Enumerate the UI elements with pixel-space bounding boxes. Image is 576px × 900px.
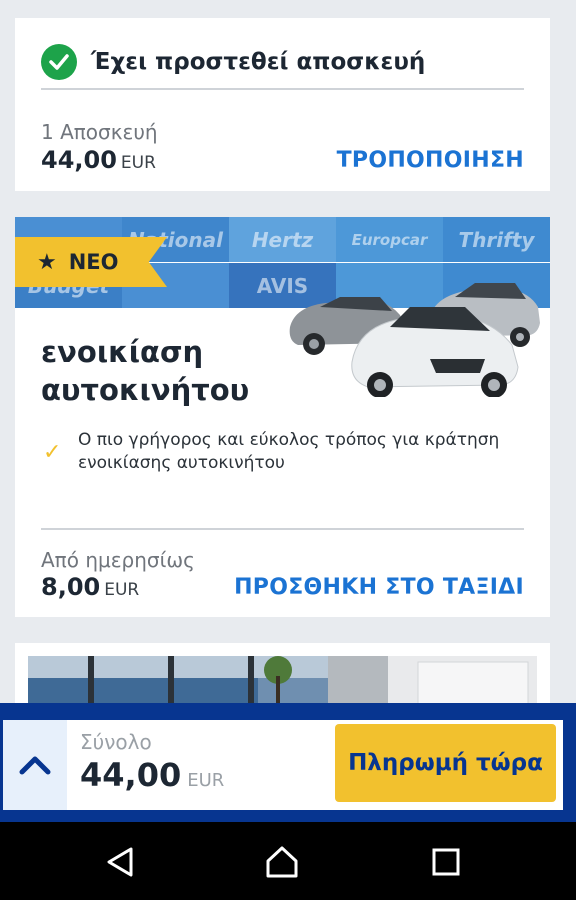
baggage-price: 44,00 EUR	[41, 146, 156, 174]
baggage-count: 1 Αποσκευή	[41, 120, 158, 144]
back-button[interactable]	[100, 842, 140, 882]
car-price-value: 8,00	[41, 573, 101, 601]
recents-button[interactable]	[426, 842, 466, 882]
car-rental-feature: ✓ Ο πιο γρήγορος και εύκολος τρόπος για …	[41, 429, 521, 475]
baggage-price-value: 44,00	[41, 146, 117, 174]
home-button[interactable]	[262, 842, 302, 882]
total-value: 44,00	[80, 756, 182, 794]
rental-cars-image	[289, 283, 540, 397]
new-badge: ★ ΝΕΟ	[15, 237, 167, 287]
pay-now-button[interactable]: Πληρωμή τώρα	[335, 724, 556, 802]
car-rental-price: 8,00 EUR	[41, 573, 139, 601]
total-price: 44,00 EUR	[80, 756, 224, 794]
add-to-trip-button[interactable]: ΠΡΟΣΘΗΚΗ ΣΤΟ ΤΑΞΙΔΙ	[234, 575, 524, 600]
baggage-currency: EUR	[120, 153, 156, 173]
recents-square-icon	[432, 848, 460, 876]
baggage-title: Έχει προστεθεί αποσκευή	[91, 49, 426, 75]
home-icon	[266, 846, 298, 878]
checkout-bar-panel: Σύνολο 44,00 EUR Πληρωμή τώρα	[3, 720, 563, 810]
car-rental-title: ενοικίαση αυτοκινήτου	[41, 335, 250, 407]
check-icon: ✓	[43, 439, 62, 465]
car-currency: EUR	[104, 580, 140, 600]
new-badge-label: ΝΕΟ	[68, 250, 119, 274]
divider	[41, 528, 524, 530]
expand-summary-button[interactable]	[3, 720, 67, 810]
star-icon: ★	[37, 249, 57, 275]
android-nav-bar	[0, 822, 576, 900]
brand-logo-hertz: Hertz	[229, 217, 336, 262]
total-label: Σύνολο	[80, 730, 152, 754]
baggage-header: Έχει προστεθεί αποσκευή	[41, 44, 524, 90]
car-rental-card: National Hertz Europcar Thrifty Budget A…	[15, 217, 550, 617]
back-triangle-icon	[107, 847, 133, 877]
check-circle-icon	[41, 44, 77, 80]
chevron-up-icon	[19, 756, 51, 775]
modify-baggage-button[interactable]: ΤΡΟΠΟΠΟΙΗΣΗ	[337, 148, 524, 173]
feature-text: Ο πιο γρήγορος και εύκολος τρόπος για κρ…	[77, 430, 500, 473]
checkout-bar: Σύνολο 44,00 EUR Πληρωμή τώρα	[0, 703, 576, 822]
daily-from-label: Από ημερησίως	[41, 548, 195, 572]
baggage-card: Έχει προστεθεί αποσκευή 1 Αποσκευή 44,00…	[15, 18, 550, 191]
brand-logo-europcar: Europcar	[336, 217, 443, 262]
total-currency: EUR	[187, 770, 225, 791]
brand-logo-thrifty: Thrifty	[443, 217, 550, 262]
